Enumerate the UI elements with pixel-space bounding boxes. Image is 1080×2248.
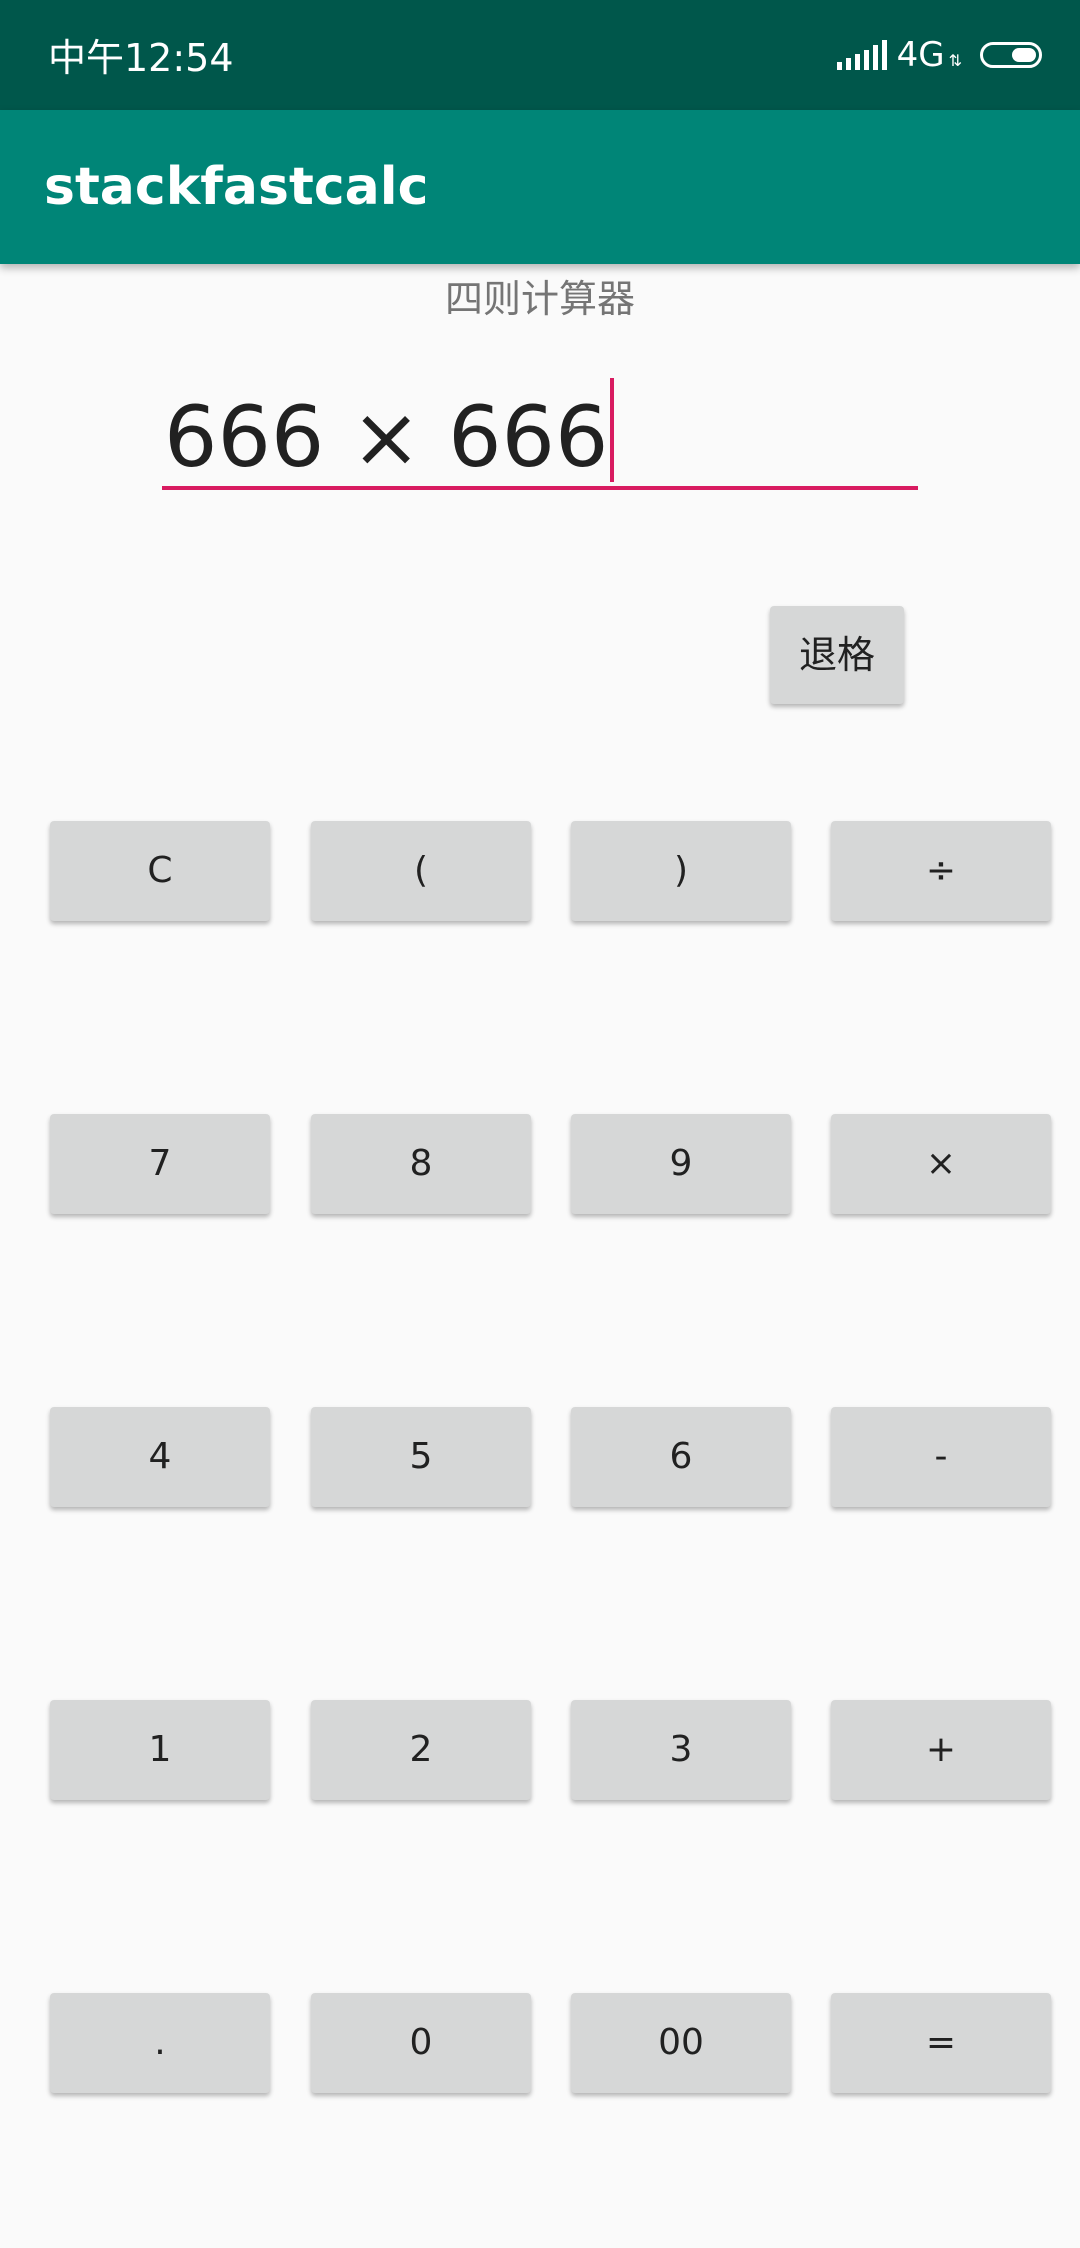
battery-level	[1012, 48, 1036, 62]
close-paren-button[interactable]: )	[571, 821, 791, 921]
subtract-button[interactable]: -	[831, 1407, 1051, 1507]
digit-2-button[interactable]: 2	[311, 1700, 531, 1800]
expression-input[interactable]: 666 × 666	[162, 360, 918, 490]
digit-3-button[interactable]: 3	[571, 1700, 791, 1800]
digit-7-button[interactable]: 7	[50, 1114, 270, 1214]
digit-1-button[interactable]: 1	[50, 1700, 270, 1800]
digit-0-button[interactable]: 0	[311, 1993, 531, 2093]
battery-icon	[980, 42, 1042, 68]
backspace-button[interactable]: 退格	[770, 606, 904, 704]
double-zero-button[interactable]: 00	[571, 1993, 791, 2093]
digit-6-button[interactable]: 6	[571, 1407, 791, 1507]
equals-button[interactable]: =	[831, 1993, 1051, 2093]
clear-button[interactable]: C	[50, 821, 270, 921]
digit-8-button[interactable]: 8	[311, 1114, 531, 1214]
divide-button[interactable]: ÷	[831, 821, 1051, 921]
status-icons: 4G ⇅	[836, 0, 1042, 110]
data-activity-icon: ⇅	[948, 51, 962, 70]
signal-bars-icon	[836, 40, 887, 70]
multiply-button[interactable]: ×	[831, 1114, 1051, 1214]
expression-text: 666 × 666	[164, 388, 609, 486]
status-bar: 中午12:54 4G ⇅	[0, 0, 1080, 110]
digit-5-button[interactable]: 5	[311, 1407, 531, 1507]
calculator-subtitle: 四则计算器	[444, 277, 635, 321]
add-button[interactable]: +	[831, 1700, 1051, 1800]
expression-text-wrap: 666 × 666	[164, 378, 615, 487]
text-cursor	[610, 378, 615, 482]
digit-4-button[interactable]: 4	[50, 1407, 270, 1507]
network-type: 4G	[896, 35, 945, 75]
status-time: 中午12:54	[48, 36, 234, 80]
open-paren-button[interactable]: (	[311, 821, 531, 921]
decimal-button[interactable]: .	[50, 1993, 270, 2093]
app-title: stackfastcalc	[44, 157, 429, 217]
calculator-screen: 中午12:54 4G ⇅ stackfastcalc 四则计算器 666 × 6…	[0, 0, 1080, 2248]
digit-9-button[interactable]: 9	[571, 1114, 791, 1214]
app-bar: stackfastcalc	[0, 110, 1080, 264]
